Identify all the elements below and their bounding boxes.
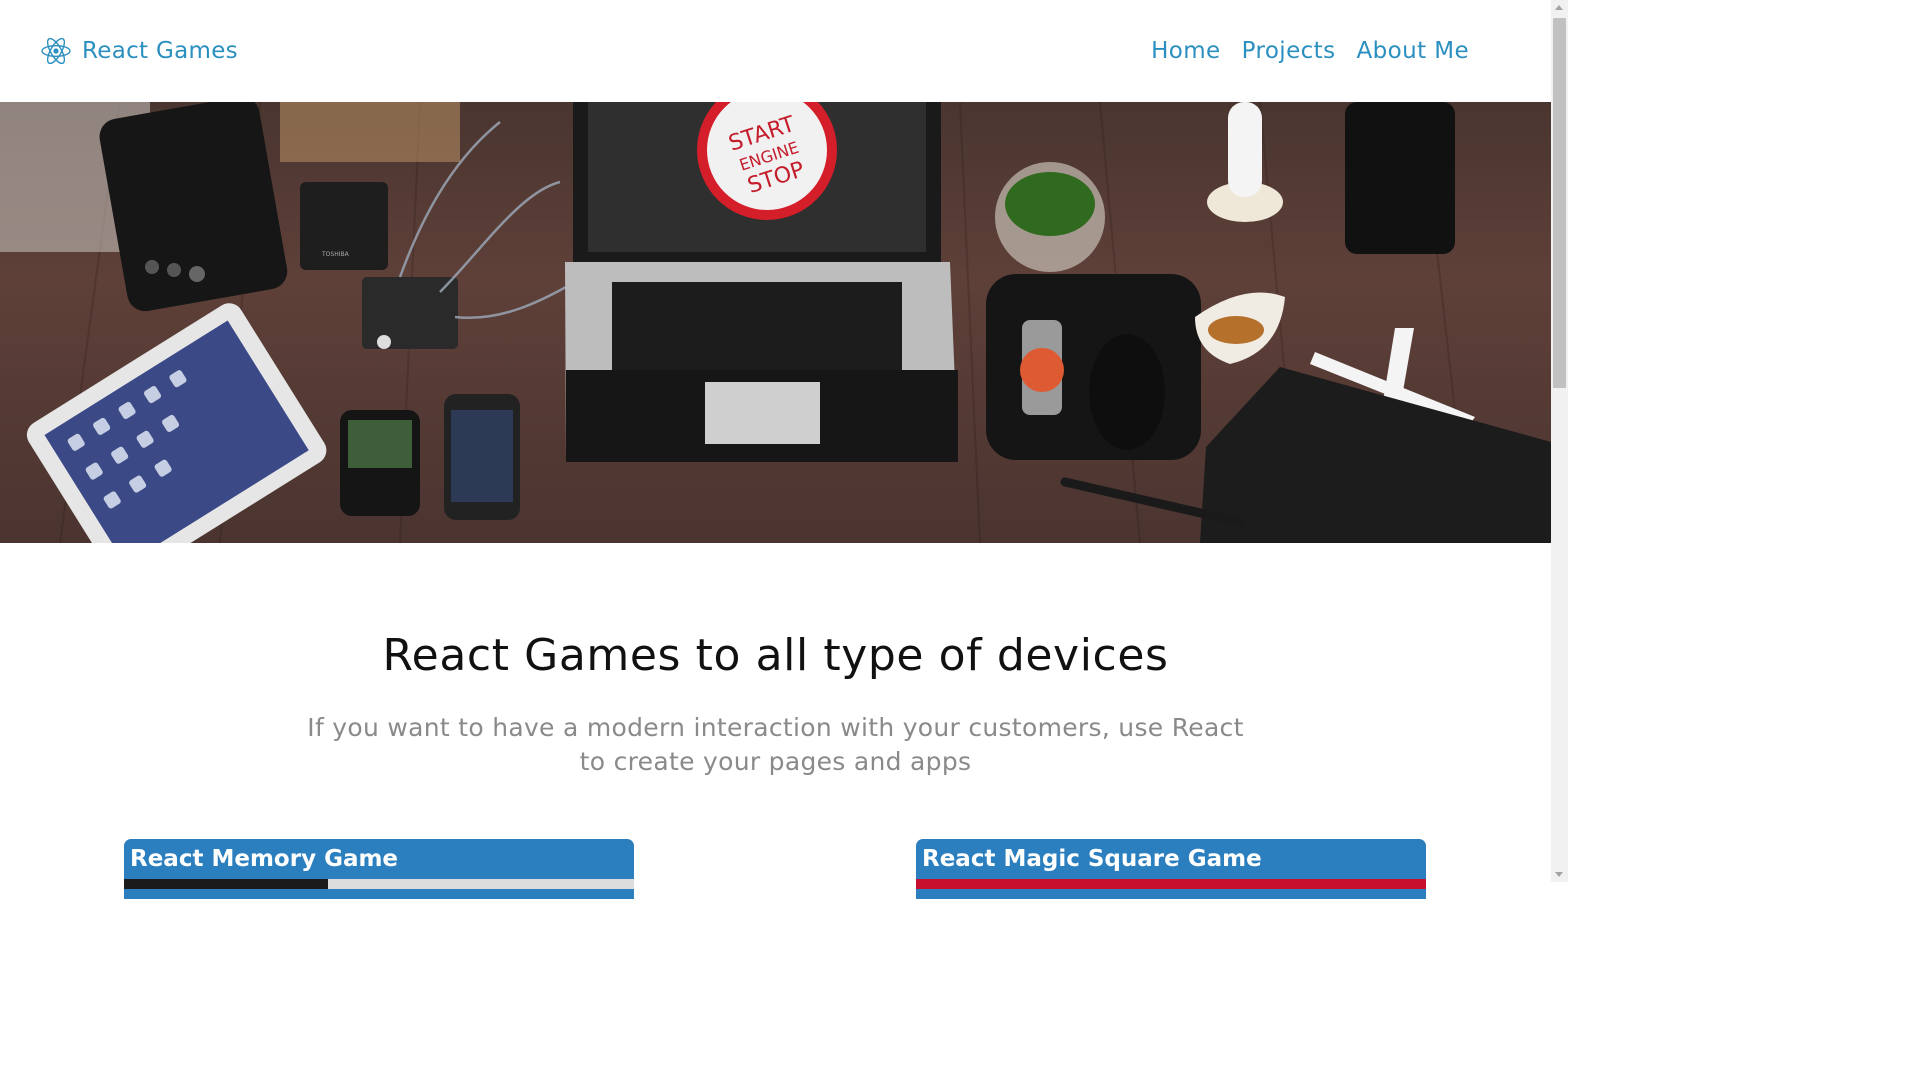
desk-photo: TOSHIBA START ENGINE STOP [0,102,1551,543]
vertical-scrollbar[interactable] [1551,0,1568,882]
card-react-magic-square-game[interactable]: React Magic Square Game [916,839,1426,899]
card-react-memory-game[interactable]: React Memory Game [124,839,634,899]
scroll-down-arrow-icon[interactable] [1555,872,1563,877]
nav-menu: Home Projects About Me [1151,33,1469,69]
card-title: React Memory Game [130,846,399,872]
page-subtitle: If you want to have a modern interaction… [307,713,1244,776]
navbar: React Games Home Projects About Me [0,0,1551,102]
scroll-up-arrow-icon[interactable] [1555,5,1563,10]
nav-link-home[interactable]: Home [1151,38,1221,64]
drive-label: TOSHIBA [321,251,350,258]
page-title: React Games to all type of devices [382,630,1169,681]
scrollbar-thumb[interactable] [1553,18,1566,388]
nav-link-projects[interactable]: Projects [1242,38,1336,64]
card-thumbnail [124,879,634,889]
brand-link[interactable]: React Games [40,33,238,69]
brand-title: React Games [82,38,238,64]
card-thumbnail [916,879,1426,889]
nav-link-about-me[interactable]: About Me [1356,38,1469,64]
react-atom-icon [41,37,71,65]
hero-image: TOSHIBA START ENGINE STOP [0,102,1551,543]
card-title: React Magic Square Game [922,846,1262,872]
